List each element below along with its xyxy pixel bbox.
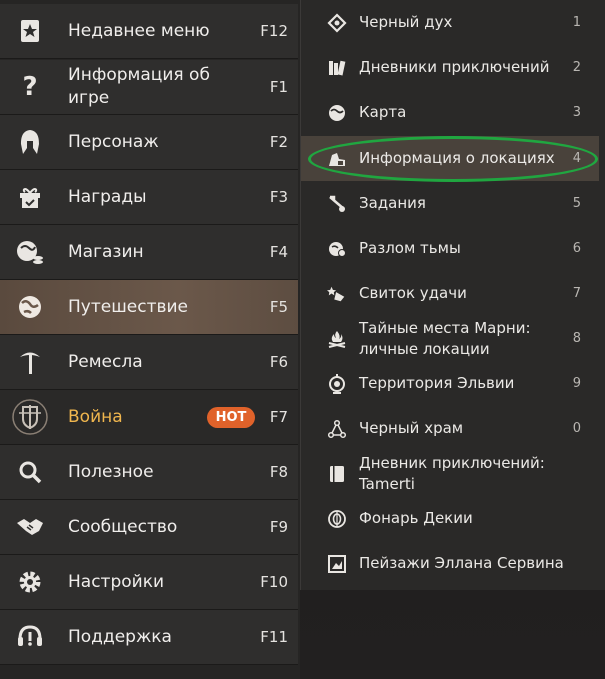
submenu-item-label: Дневники приключений xyxy=(359,58,550,76)
book-icon xyxy=(327,464,347,484)
submenu-item-label: Пейзажи Эллана Сервина xyxy=(359,554,564,572)
submenu-item-number: 3 xyxy=(572,105,581,120)
menu-item-key: F5 xyxy=(269,298,288,316)
lantern-icon xyxy=(327,509,347,529)
black-spirit-icon xyxy=(327,12,347,33)
submenu-item-number: 8 xyxy=(572,331,581,346)
submenu-item-label: Свиток удачи xyxy=(359,284,467,302)
books-icon xyxy=(327,58,347,78)
elvia-icon xyxy=(327,373,347,394)
submenu-item-quests[interactable]: Задания 5 xyxy=(301,181,599,226)
menu-item-label: Ремесла xyxy=(68,351,143,372)
gift-icon xyxy=(0,170,60,224)
menu-item-war[interactable]: Война HOT F7 xyxy=(0,390,298,445)
menu-item-useful[interactable]: Полезное F8 xyxy=(0,445,298,500)
menu-item-key: F2 xyxy=(269,133,288,151)
menu-item-label: Полезное xyxy=(68,461,154,482)
menu-item-settings[interactable]: Настройки F10 xyxy=(0,555,298,610)
menu-item-key: F8 xyxy=(269,463,288,481)
temple-nodes-icon xyxy=(327,419,347,439)
menu-item-key: F1 xyxy=(269,78,288,96)
submenu-item-dark-rift[interactable]: Разлом тьмы 6 xyxy=(301,226,599,271)
menu-item-recent[interactable]: Недавнее меню F12 xyxy=(0,4,298,59)
menu-item-label: Война xyxy=(68,406,123,427)
menu-item-rewards[interactable]: Награды F3 xyxy=(0,170,298,225)
star-bookmark-icon xyxy=(0,4,60,58)
gear-icon xyxy=(0,555,60,609)
menu-item-key: F12 xyxy=(260,22,288,40)
submenu-item-number: 5 xyxy=(572,196,581,211)
map-globe-icon xyxy=(327,103,347,123)
luck-scroll-icon xyxy=(327,284,347,304)
submenu-item-number: 9 xyxy=(572,376,581,391)
submenu-item-label: Тайные места Марни: личные локации xyxy=(359,318,531,358)
submenu-item-label: Карта xyxy=(359,103,407,121)
submenu-item-label: Задания xyxy=(359,194,426,212)
menu-item-crafts[interactable]: Ремесла F6 xyxy=(0,335,298,390)
menu-item-label: Награды xyxy=(68,186,147,207)
menu-item-label: Недавнее меню xyxy=(68,20,210,41)
dark-rift-icon xyxy=(327,239,347,259)
campfire-icon xyxy=(327,329,347,349)
submenu-item-label: Черный храм xyxy=(359,419,464,437)
menu-item-character[interactable]: Персонаж F2 xyxy=(0,115,298,170)
menu-item-label: Поддержка xyxy=(68,626,172,647)
submenu-item-tamerti-log[interactable]: Дневник приключений: Tamerti xyxy=(301,451,599,496)
helmet-icon xyxy=(0,115,60,169)
menu-item-label: Путешествие xyxy=(68,296,188,317)
menu-item-key: F6 xyxy=(269,353,288,371)
handshake-icon xyxy=(0,500,60,554)
submenu-item-dekia-lantern[interactable]: Фонарь Декии xyxy=(301,496,599,541)
landscape-frame-icon xyxy=(327,554,347,574)
menu-item-label: Информация об игре xyxy=(68,65,210,108)
submenu-item-label: Фонарь Декии xyxy=(359,509,473,527)
menu-item-label: Сообщество xyxy=(68,516,178,537)
submenu-item-number: 7 xyxy=(572,286,581,301)
submenu-item-black-temple[interactable]: Черный храм 0 xyxy=(301,406,599,451)
menu-item-support[interactable]: Поддержка F11 xyxy=(0,610,298,665)
submenu-item-luck-scroll[interactable]: Свиток удачи 7 xyxy=(301,271,599,316)
submenu-item-elvia[interactable]: Территория Эльвии 9 xyxy=(301,361,599,406)
menu-item-community[interactable]: Сообщество F9 xyxy=(0,500,298,555)
menu-item-travel[interactable]: Путешествие F5 xyxy=(0,280,298,335)
menu-item-label: Магазин xyxy=(68,241,144,262)
pickaxe-icon xyxy=(0,335,60,389)
submenu-item-black-spirit[interactable]: Черный дух 1 xyxy=(301,0,599,45)
submenu-item-marni-places[interactable]: Тайные места Марни: личные локации 8 xyxy=(301,316,599,361)
menu-item-key: F10 xyxy=(260,573,288,591)
menu-item-label: Персонаж xyxy=(68,131,159,152)
menu-item-key: F4 xyxy=(269,243,288,261)
quest-scroll-icon xyxy=(327,194,347,214)
submenu-item-number: 2 xyxy=(572,60,581,75)
submenu-item-map[interactable]: Карта 3 xyxy=(301,90,599,135)
headset-icon xyxy=(0,610,60,664)
magnifier-icon xyxy=(0,445,60,499)
question-icon: ? xyxy=(22,72,38,102)
swords-shield-icon xyxy=(0,390,60,444)
menu-item-label: Настройки xyxy=(68,571,165,592)
travel-submenu: Черный дух 1 Дневники приключений 2 Карт… xyxy=(300,0,605,590)
hot-badge: HOT xyxy=(207,407,255,428)
submenu-item-label: Дневник приключений: Tamerti xyxy=(359,453,545,493)
submenu-item-number: 1 xyxy=(572,15,581,30)
highlight-ellipse xyxy=(308,136,598,182)
menu-item-key: F11 xyxy=(260,628,288,646)
shop-icon xyxy=(0,225,60,279)
menu-item-key: F3 xyxy=(269,188,288,206)
globe-icon xyxy=(0,280,60,334)
menu-item-key: F7 xyxy=(269,408,288,426)
menu-item-shop[interactable]: Магазин F4 xyxy=(0,225,298,280)
submenu-item-adventure-logs[interactable]: Дневники приключений 2 xyxy=(301,45,599,90)
submenu-item-label: Черный дух xyxy=(359,13,453,31)
menu-item-game-info[interactable]: ? Информация об игре F1 xyxy=(0,60,298,115)
submenu-item-number: 0 xyxy=(572,421,581,436)
submenu-item-ellan-landscapes[interactable]: Пейзажи Эллана Сервина xyxy=(301,541,599,586)
submenu-item-label: Разлом тьмы xyxy=(359,239,461,257)
menu-item-key: F9 xyxy=(269,518,288,536)
main-menu: Недавнее меню F12 ? Информация об игре F… xyxy=(0,0,300,679)
submenu-item-label: Территория Эльвии xyxy=(359,374,515,392)
submenu-item-number: 6 xyxy=(572,241,581,256)
